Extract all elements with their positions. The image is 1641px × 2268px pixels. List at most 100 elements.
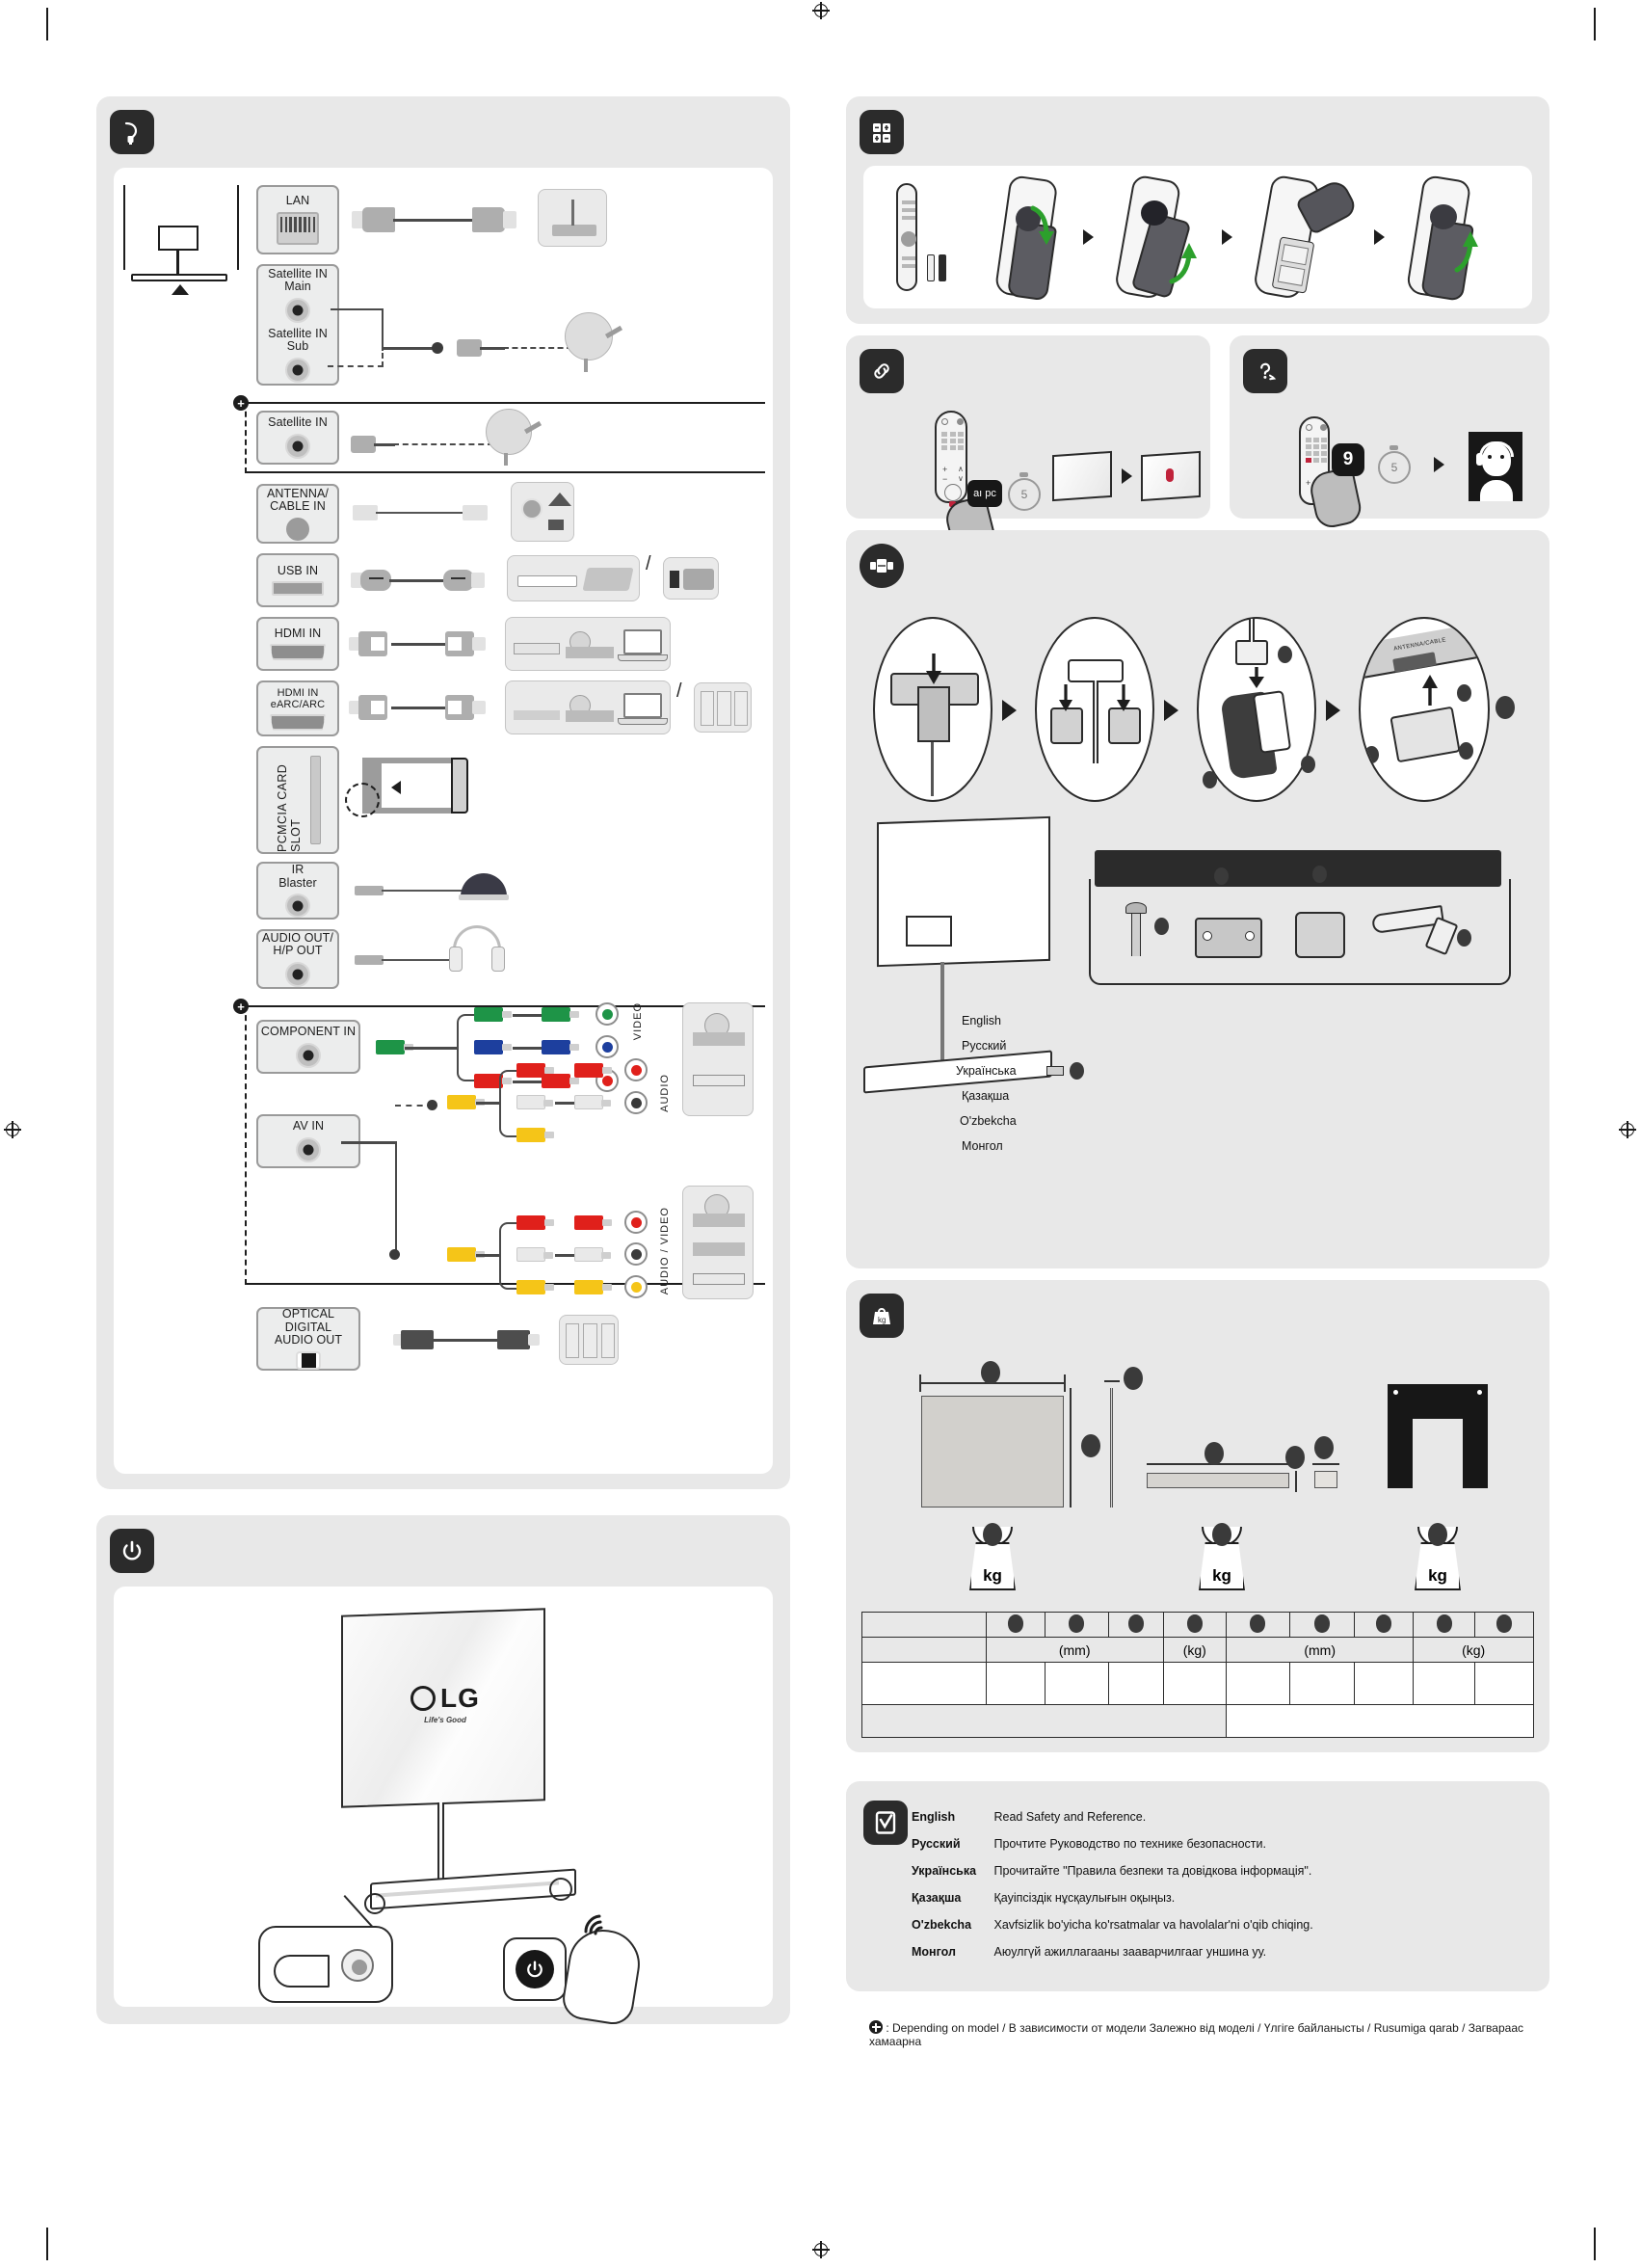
tv-divider-line: [237, 185, 240, 270]
hdmi-jack-icon: [270, 713, 326, 731]
mini-plug-ir: [355, 886, 384, 895]
laptop-base-icon: [618, 654, 668, 661]
tv-side-line: [123, 185, 126, 270]
player-icon: [566, 710, 614, 722]
port-pcmcia[interactable]: PCMCIA CARD SLOT: [256, 746, 339, 854]
port-lan[interactable]: LAN: [256, 185, 339, 254]
headphone-cup-l: [449, 947, 463, 972]
arrow-down-icon: [1249, 667, 1264, 688]
port-satellite-single[interactable]: Satellite IN: [256, 411, 339, 465]
bracket-b-icon: [1295, 912, 1345, 958]
wall-socket-icon: [521, 498, 543, 520]
port-component-in[interactable]: COMPONENT IN: [256, 1020, 360, 1074]
lg-circle-mark: [410, 1686, 437, 1711]
pairing-step-arrow: [1122, 468, 1132, 484]
port-usb[interactable]: USB IN: [256, 553, 339, 607]
coax-jack-icon: [286, 517, 309, 541]
optical-cable: [432, 1339, 503, 1342]
hdmi-plug-head: [371, 637, 384, 651]
sat-sub-wire: [328, 365, 384, 367]
ci-card-arrow: [391, 781, 401, 794]
usb-cable: [389, 579, 447, 582]
timer-icon: 5: [1008, 478, 1041, 511]
port-satellite-main-sub[interactable]: Satellite IN Main Satellite IN Sub: [256, 264, 339, 386]
rca-r-plug-2: [516, 1215, 554, 1230]
coax-jack-icon: [285, 433, 310, 459]
port-antenna-cable[interactable]: ANTENNA/ CABLE IN: [256, 484, 339, 544]
connections-section: LAN Satellite IN Main Satellite IN Sub +…: [96, 96, 790, 1489]
quick-setup-guide-page: LAN Satellite IN Main Satellite IN Sub +…: [0, 0, 1641, 2268]
arrow-up-icon: [1422, 675, 1438, 706]
speaker-device: [694, 682, 752, 733]
value-cell: [1107, 1662, 1164, 1705]
usb-glyph: [451, 577, 465, 579]
or-separator: /: [646, 553, 651, 574]
antenna-plug-r: [463, 505, 488, 520]
panel-height-dim: [1070, 1388, 1072, 1508]
remote-ok-wheel: [944, 484, 962, 501]
safety-row-1: English Read Safety and Reference.: [912, 1810, 1548, 1824]
lan-jack-icon: [277, 211, 319, 245]
step-marker-3: [1301, 756, 1315, 773]
table-row-units: (mm) (kg) (mm) (kg): [861, 1637, 1534, 1663]
av-adapter-plug-1: [447, 1095, 485, 1109]
power-key-icon: [516, 1950, 554, 1988]
port-optical-out[interactable]: OPTICAL DIGITAL AUDIO OUT: [256, 1307, 360, 1371]
stand-icon: [860, 544, 904, 588]
av-adapter-cable-1: [476, 1102, 501, 1105]
usb-glyph: [369, 577, 384, 579]
marker-cell: [1473, 1612, 1535, 1638]
power-button-location-marker: [364, 1893, 385, 1914]
table-row-values: [861, 1662, 1535, 1705]
safety-text-5: Xavfsizlik bo'yicha ko'rsatmalar va havo…: [993, 1918, 1313, 1932]
overview-marker: [1070, 1062, 1084, 1080]
rca-l-plug-2b: [574, 1247, 611, 1262]
remote-signal-icon: [582, 1910, 615, 1935]
adapter-pins: [670, 571, 679, 588]
speaker-left-icon: [566, 1323, 579, 1358]
link-icon: [860, 349, 904, 393]
av-wire-1: [341, 1141, 397, 1144]
adapter-body: [683, 569, 714, 590]
audio-group-label: AUDIO: [659, 1074, 671, 1112]
or-separator: /: [676, 680, 682, 702]
vcr-icon: [693, 1242, 745, 1256]
finger-icon: [274, 1955, 330, 1988]
thickness-dim: [1104, 1380, 1120, 1382]
safety-row-2: Русский Прочтите Руководство по технике …: [912, 1837, 1548, 1851]
comp-cable-y: [513, 1014, 545, 1017]
safety-text-6: Аюулгүй ажиллагааны зааварчилгааг уншина…: [993, 1945, 1267, 1959]
port-audio-out[interactable]: AUDIO OUT/ H/P OUT: [256, 929, 339, 989]
unit-kg-tv: (kg): [1162, 1637, 1228, 1663]
power-button-callout: [258, 1926, 393, 2003]
model-footnote: : Depending on model / В зависимости от …: [869, 2020, 1553, 2048]
cable-holder: [917, 686, 950, 742]
ir-blaster-base: [459, 894, 509, 900]
value-cell-merged-left: [860, 1704, 1228, 1738]
port-ir-blaster[interactable]: IR Blaster: [256, 862, 339, 920]
stand-step-arrow-1: [1002, 700, 1017, 721]
comp-cable-pb: [513, 1047, 545, 1050]
support-section: + ∧ 9 5: [1230, 335, 1549, 531]
marker-cell: [1226, 1612, 1290, 1638]
usb-storage-device: [507, 555, 640, 601]
cable-in: [1249, 619, 1255, 642]
volume-minus: −: [942, 474, 948, 484]
optical-tip-r: [528, 1334, 540, 1346]
panel-thickness-art: [1110, 1388, 1113, 1508]
stand-step-arrow-3: [1326, 700, 1340, 721]
question-icon: [1243, 349, 1287, 393]
registration-mark: [812, 2241, 830, 2258]
speaker-right-icon: [734, 691, 748, 726]
hdmi-plug-head: [371, 701, 384, 714]
tv-icon: [158, 226, 199, 251]
value-cell: [1045, 1662, 1109, 1705]
battery-steps-canvas: [863, 166, 1532, 308]
rca-r-plug-1: [516, 1063, 554, 1078]
safety-text-3: Прочитайте "Правила безпеки та довідкова…: [993, 1864, 1312, 1878]
mini-jack-icon: [296, 1136, 321, 1162]
marker-cell: [1162, 1612, 1228, 1638]
port-hdmi-earc[interactable]: HDMI IN eARC/ARC: [256, 680, 339, 736]
plus-note-icon: [869, 2020, 883, 2034]
port-hdmi[interactable]: HDMI IN: [256, 617, 339, 671]
